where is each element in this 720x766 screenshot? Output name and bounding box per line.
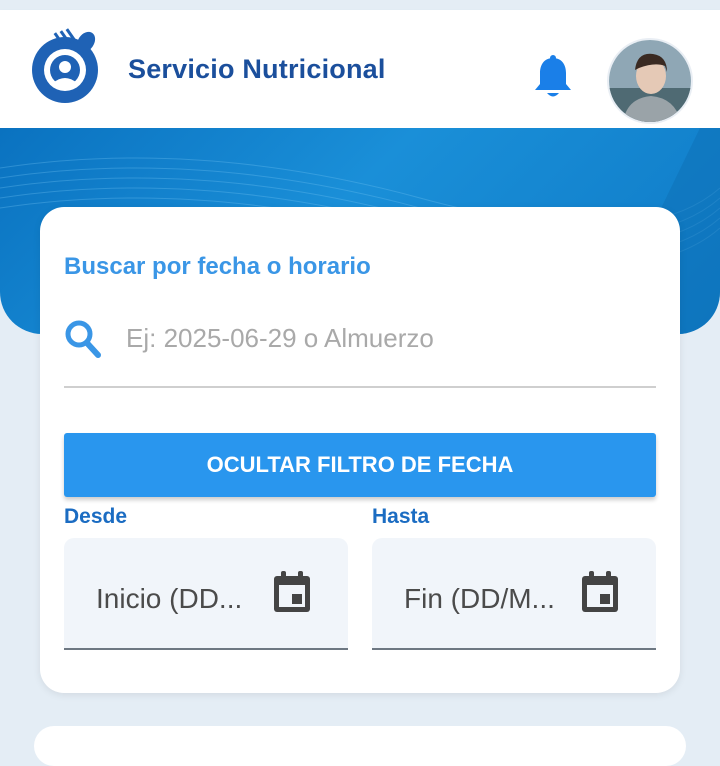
logo-icon	[28, 28, 102, 104]
from-date-field[interactable]: Inicio (DD...	[64, 538, 348, 650]
from-date-label: Desde	[64, 505, 128, 528]
user-avatar[interactable]	[607, 38, 693, 124]
to-date-field[interactable]: Fin (DD/M...	[372, 538, 656, 650]
results-card	[34, 726, 686, 766]
from-date-placeholder: Inicio (DD...	[96, 583, 243, 614]
search-card: Buscar por fecha o horario OCULTAR FILTR…	[40, 207, 680, 693]
search-icon	[64, 319, 102, 359]
calendar-icon[interactable]	[580, 570, 620, 614]
search-input[interactable]	[124, 315, 668, 361]
search-underline	[64, 386, 656, 388]
app-title: Servicio Nutricional	[128, 54, 386, 84]
status-strip	[0, 0, 720, 10]
bell-icon[interactable]	[530, 54, 576, 102]
toggle-date-filter-button[interactable]: OCULTAR FILTRO DE FECHA	[64, 433, 656, 497]
to-date-placeholder: Fin (DD/M...	[404, 583, 555, 614]
calendar-icon[interactable]	[272, 570, 312, 614]
to-date-label: Hasta	[372, 505, 430, 528]
app-header: Servicio Nutricional	[0, 10, 720, 128]
search-label: Buscar por fecha o horario	[64, 253, 371, 280]
